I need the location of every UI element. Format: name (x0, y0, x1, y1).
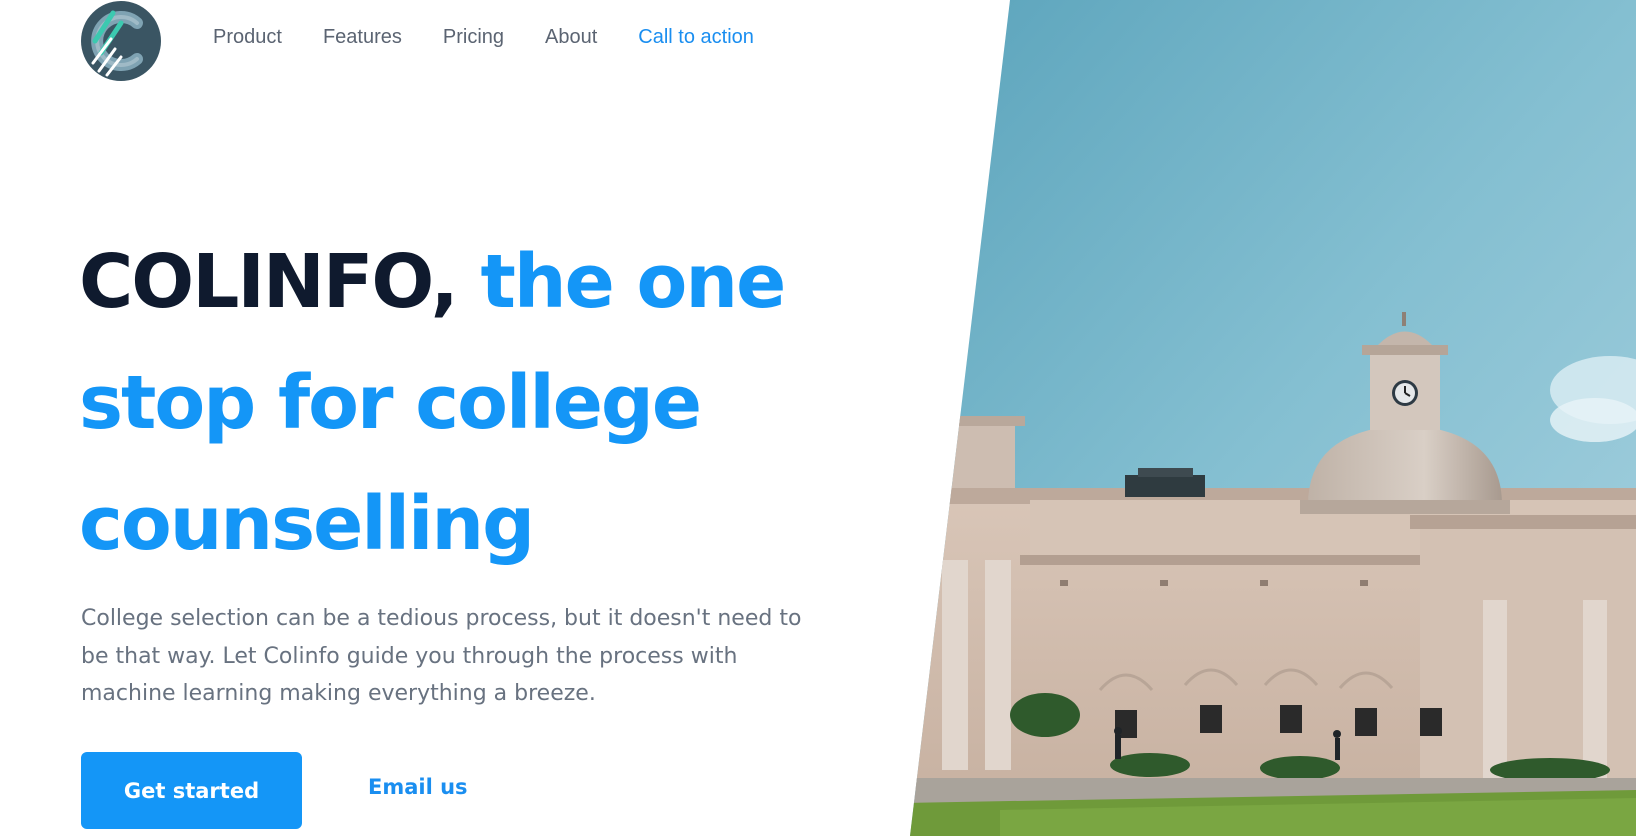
nav-product[interactable]: Product (213, 26, 282, 49)
nav-call-to-action[interactable]: Call to action (638, 26, 754, 49)
main-nav: Product Features Pricing About Call to a… (213, 26, 754, 49)
headline-brand: COLINFO, (79, 239, 459, 325)
hero-headline: COLINFO, the one stop for college counse… (79, 222, 879, 585)
hero-description: College selection can be a tedious proce… (81, 606, 802, 706)
email-us-link[interactable]: Email us (368, 775, 468, 799)
get-started-button[interactable]: Get started (81, 752, 302, 829)
colinfo-logo-icon[interactable] (81, 1, 161, 81)
nav-features[interactable]: Features (323, 26, 402, 49)
nav-about[interactable]: About (545, 26, 597, 49)
nav-pricing[interactable]: Pricing (443, 26, 504, 49)
